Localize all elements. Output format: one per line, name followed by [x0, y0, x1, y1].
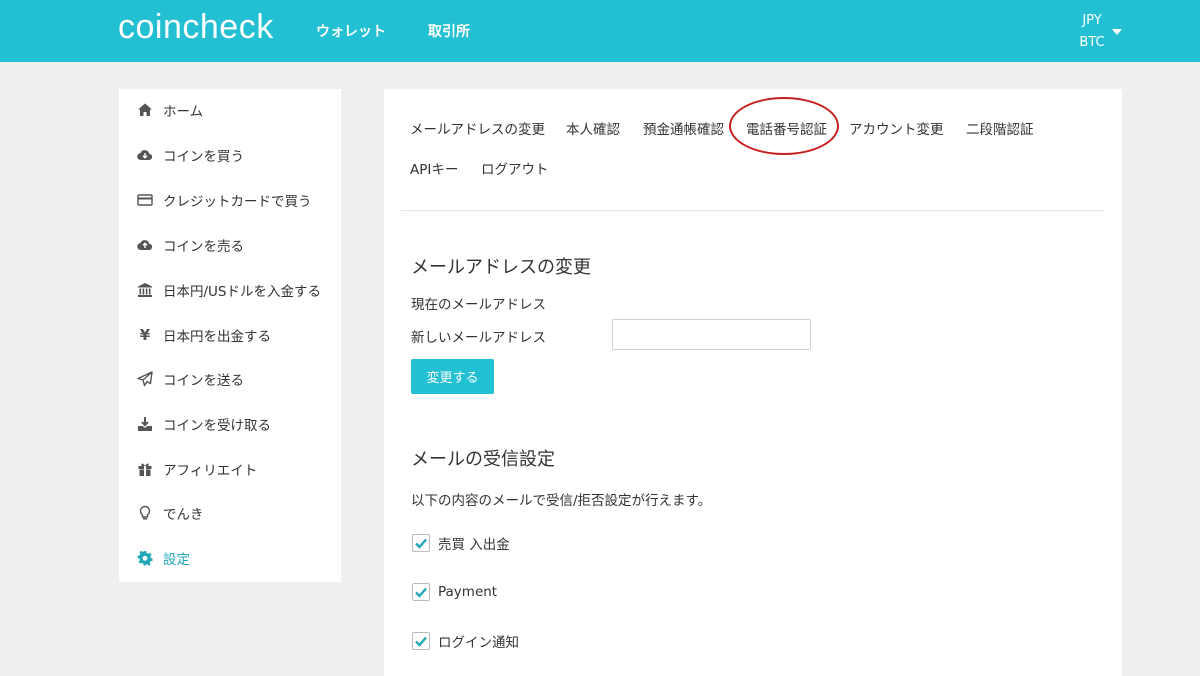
caret-down-icon[interactable] [1112, 29, 1122, 35]
sidebar-item-deposit[interactable]: 日本円/USドルを入金する [135, 278, 321, 302]
yen-icon: ¥ [139, 326, 151, 344]
paper-plane-icon [135, 370, 155, 388]
option-trade-deposit[interactable]: 売買 入出金 [412, 533, 510, 553]
cloud-download-icon [135, 146, 155, 164]
checkbox-checked[interactable] [412, 632, 430, 650]
tabs-divider [401, 210, 1104, 211]
tab-account-change[interactable]: アカウント変更 [849, 118, 944, 138]
sidebar-item-label: コインを買う [163, 149, 244, 165]
sidebar-item-send-coin[interactable]: コインを送る [135, 367, 244, 391]
sidebar-item-label: ホーム [163, 104, 204, 120]
sidebar-item-affiliate[interactable]: アフィリエイト [135, 457, 257, 481]
checkmark-icon [415, 538, 427, 549]
tab-two-factor-auth[interactable]: 二段階認証 [966, 118, 1034, 138]
tab-phone-verification[interactable]: 電話番号認証 [746, 118, 827, 138]
credit-card-icon [135, 191, 155, 209]
sidebar-item-credit-card[interactable]: クレジットカードで買う [135, 188, 312, 212]
sidebar-item-label: クレジットカードで買う [163, 194, 312, 210]
sidebar-item-label: アフィリエイト [163, 463, 258, 479]
sidebar-item-label: コインを受け取る [163, 418, 271, 434]
checkbox-label: Payment [438, 584, 498, 600]
mail-settings-description: 以下の内容のメールで受信/拒否設定が行えます。 [411, 493, 712, 509]
sidebar-item-receive-coin[interactable]: コインを受け取る [135, 412, 271, 436]
checkbox-label: ログイン通知 [438, 635, 519, 651]
nav-exchange[interactable]: 取引所 [428, 21, 470, 41]
currency-selector[interactable]: JPY BTC [1072, 10, 1112, 54]
main-panel: メールアドレスの変更 本人確認 預金通帳確認 電話番号認証 アカウント変更 二段… [384, 89, 1122, 676]
checkbox-checked[interactable] [412, 583, 430, 601]
currency-jpy: JPY [1082, 13, 1102, 28]
tab-bankbook-verification[interactable]: 預金通帳確認 [643, 118, 724, 138]
option-login-notification[interactable]: ログイン通知 [412, 631, 519, 651]
mail-settings-title: メールの受信設定 [411, 449, 555, 470]
tab-email-change[interactable]: メールアドレスの変更 [410, 118, 545, 138]
sidebar-item-settings[interactable]: 設定 [135, 546, 190, 570]
lightbulb-icon [135, 504, 155, 522]
checkbox-label: 売買 入出金 [438, 537, 510, 553]
gift-icon [135, 460, 155, 478]
checkmark-icon [415, 587, 427, 598]
bank-icon [135, 281, 155, 299]
change-email-button[interactable]: 変更する [411, 359, 494, 394]
checkbox-checked[interactable] [412, 534, 430, 552]
current-email-label: 現在のメールアドレス [411, 297, 546, 313]
tab-api-key[interactable]: APIキー [410, 158, 458, 178]
top-header: coincheck ウォレット 取引所 JPY BTC [0, 0, 1200, 62]
checkmark-icon [415, 636, 427, 647]
download-tray-icon [135, 415, 155, 433]
cloud-upload-icon [135, 236, 155, 254]
sidebar-item-denki[interactable]: でんき [135, 501, 204, 525]
sidebar-item-withdraw[interactable]: ¥ 日本円を出金する [135, 323, 271, 347]
coincheck-logo[interactable]: coincheck [118, 8, 274, 47]
sidebar-item-buy-coin[interactable]: コインを買う [135, 143, 244, 167]
option-payment[interactable]: Payment [412, 582, 497, 602]
tab-logout[interactable]: ログアウト [481, 158, 549, 178]
sidebar-item-label: でんき [163, 507, 204, 523]
sidebar-item-home[interactable]: ホーム [135, 98, 203, 122]
sidebar-item-sell-coin[interactable]: コインを売る [135, 233, 244, 257]
sidebar-item-label: コインを送る [163, 373, 244, 389]
sidebar-item-label: コインを売る [163, 239, 244, 255]
nav-wallet[interactable]: ウォレット [316, 21, 386, 41]
email-section-title: メールアドレスの変更 [411, 257, 591, 278]
gear-icon [135, 549, 155, 567]
sidebar: ホーム コインを買う クレジットカードで買う コインを売る 日本円/USドルを入… [119, 89, 341, 582]
new-email-input[interactable] [612, 319, 811, 350]
sidebar-item-label: 日本円を出金する [163, 329, 271, 345]
sidebar-item-label: 設定 [163, 552, 190, 568]
tab-identity-verification[interactable]: 本人確認 [566, 118, 620, 138]
new-email-label: 新しいメールアドレス [411, 330, 546, 346]
home-icon [135, 101, 155, 119]
sidebar-item-label: 日本円/USドルを入金する [163, 284, 321, 300]
currency-btc: BTC [1079, 35, 1105, 50]
